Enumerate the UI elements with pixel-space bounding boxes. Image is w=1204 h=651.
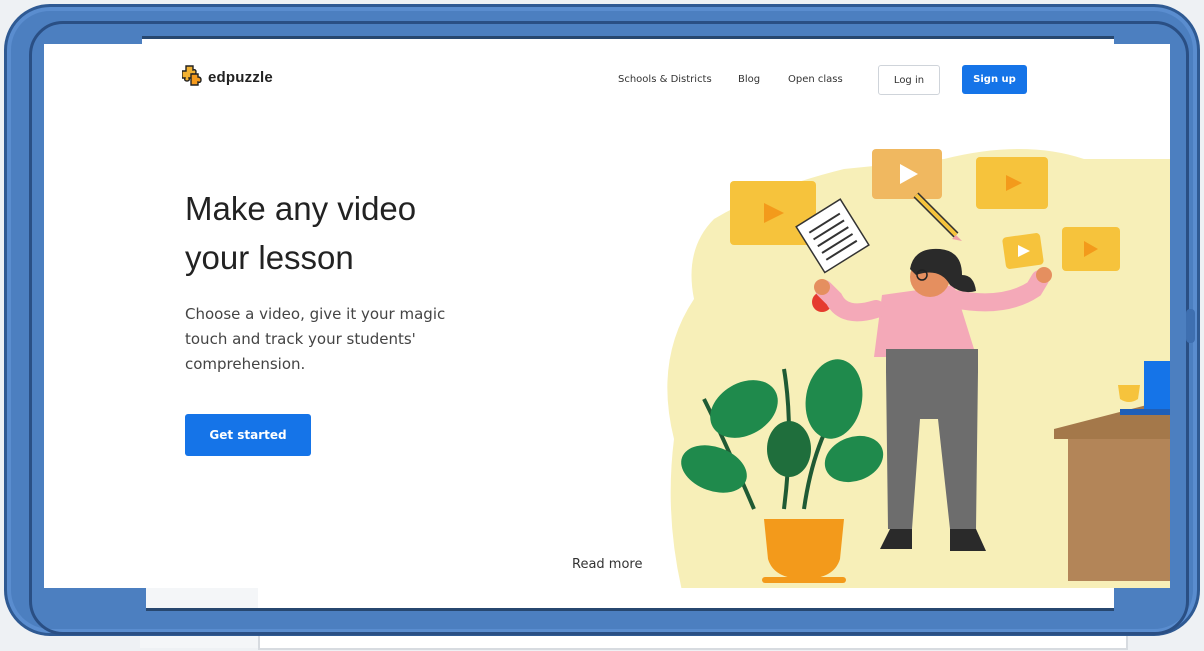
tablet-side-button: [1186, 309, 1195, 343]
puzzle-piece-icon: [181, 64, 202, 90]
nav-link-schools-districts[interactable]: Schools & Districts: [618, 74, 712, 85]
screen-bottom-edge: [146, 588, 1114, 611]
edpuzzle-logo[interactable]: edpuzzle: [181, 64, 273, 90]
hero-headline-line-2: your lesson: [185, 239, 354, 276]
video-card-3: [976, 157, 1048, 209]
hero-subtext-line-1: Choose a video, give it your magic: [185, 305, 446, 323]
teacher-with-videos-illustration: [667, 149, 1170, 588]
hero-subtext: Choose a video, give it your magic touch…: [185, 302, 475, 377]
login-button[interactable]: Log in: [878, 65, 940, 95]
video-card-2: [872, 149, 942, 199]
get-started-button[interactable]: Get started: [185, 414, 311, 456]
video-card-5: [1062, 227, 1120, 271]
screen-bottom-left-panel: [146, 588, 258, 608]
hero-headline-line-1: Make any video: [185, 190, 417, 227]
hero-subtext-line-2: touch and track your students': [185, 330, 416, 348]
hero-headline: Make any video your lesson: [185, 184, 505, 282]
signup-button[interactable]: Sign up: [962, 65, 1027, 94]
website-screen: edpuzzle Schools & Districts Blog Open c…: [44, 44, 1170, 588]
nav-link-open-class[interactable]: Open class: [788, 74, 843, 85]
nav-link-blog[interactable]: Blog: [738, 74, 760, 85]
hero-subtext-line-3: comprehension.: [185, 355, 306, 373]
video-card-4: [1002, 233, 1044, 269]
brand-name: edpuzzle: [208, 68, 273, 86]
read-more-link[interactable]: Read more: [572, 557, 642, 572]
